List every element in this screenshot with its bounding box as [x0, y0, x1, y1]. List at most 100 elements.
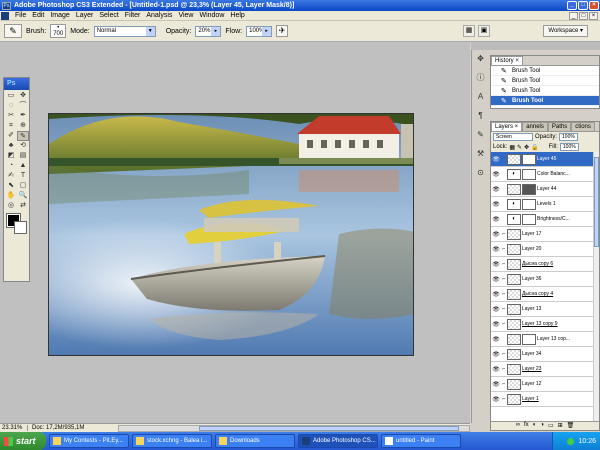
- layer-thumbnail[interactable]: [507, 393, 521, 405]
- layer-row[interactable]: 👁 Layer 13 cop...: [491, 332, 599, 347]
- layer-row[interactable]: 👁 ⌐ Layer 17: [491, 227, 599, 242]
- layer-row[interactable]: 👁 ⌐ Layer 34: [491, 347, 599, 362]
- layer-mask-thumbnail[interactable]: [522, 333, 536, 345]
- visibility-eye-icon[interactable]: 👁: [491, 381, 501, 388]
- layer-row[interactable]: 👁 ⌐ Layer 13: [491, 302, 599, 317]
- layer-thumbnail[interactable]: [507, 363, 521, 375]
- layer-mask-thumbnail[interactable]: [522, 183, 536, 195]
- layer-opacity-input[interactable]: 100%: [559, 133, 578, 141]
- screen-mode-icon[interactable]: ⇄: [17, 201, 29, 211]
- type-tool-icon[interactable]: T: [17, 171, 29, 181]
- menu-edit[interactable]: Edit: [29, 12, 47, 19]
- tool-presets-icon[interactable]: ⚒: [473, 147, 488, 161]
- layers-scrollbar[interactable]: [593, 152, 599, 422]
- tab-paths[interactable]: Paths: [547, 122, 572, 131]
- close-icon[interactable]: ×: [515, 58, 519, 64]
- airbrush-toggle[interactable]: ✈: [276, 25, 289, 37]
- visibility-eye-icon[interactable]: 👁: [491, 366, 501, 373]
- menu-filter[interactable]: Filter: [122, 12, 144, 19]
- navigator-icon[interactable]: ✥: [473, 52, 488, 66]
- dodge-tool-icon[interactable]: ◔: [5, 161, 17, 171]
- add-mask-icon[interactable]: ◐: [533, 422, 537, 430]
- layer-row[interactable]: 👁 ⌐ Layer 13 copy 9: [491, 317, 599, 332]
- taskbar-item[interactable]: My Contests - Pit,Ey...: [49, 434, 129, 448]
- history-item[interactable]: ✎ Brush Tool: [491, 76, 599, 86]
- adjustment-icon[interactable]: ◐: [507, 198, 521, 210]
- visibility-eye-icon[interactable]: 👁: [491, 186, 501, 193]
- crop-tool-icon[interactable]: ✂: [5, 111, 17, 121]
- tray-status-icon[interactable]: [567, 437, 575, 445]
- horizontal-scrollbar[interactable]: [118, 424, 470, 432]
- layer-row[interactable]: 👁 ⌐ Layer 12: [491, 377, 599, 392]
- layer-thumbnail[interactable]: [507, 378, 521, 390]
- history-item-selected[interactable]: ✎ Brush Tool: [491, 96, 599, 106]
- layer-row[interactable]: 👁 ⌐ Layer 20: [491, 242, 599, 257]
- layer-thumbnail[interactable]: [507, 153, 521, 165]
- layer-row[interactable]: 👁 Layer 44: [491, 182, 599, 197]
- zoom-tool-icon[interactable]: 🔍: [17, 191, 29, 201]
- layer-mask-thumbnail[interactable]: [522, 198, 536, 210]
- fill-input[interactable]: 100%: [559, 143, 579, 151]
- opacity-input[interactable]: 20% ▸: [195, 25, 222, 37]
- menu-layer[interactable]: Layer: [73, 12, 97, 19]
- layer-thumbnail[interactable]: [507, 303, 521, 315]
- bridge-icon[interactable]: ▦: [463, 25, 475, 37]
- layer-thumbnail[interactable]: [507, 288, 521, 300]
- scroll-thumb[interactable]: [594, 157, 599, 247]
- document-canvas[interactable]: [48, 113, 414, 356]
- visibility-eye-icon[interactable]: 👁: [491, 201, 501, 208]
- clone-source-icon[interactable]: ⊙: [473, 166, 488, 180]
- visibility-eye-icon[interactable]: 👁: [491, 171, 501, 178]
- lock-transparency-icon[interactable]: ▦: [509, 144, 515, 151]
- menu-view[interactable]: View: [175, 12, 196, 19]
- clone-stamp-tool-icon[interactable]: ♣: [5, 141, 17, 151]
- slice-tool-icon[interactable]: ✒: [17, 111, 29, 121]
- trash-icon[interactable]: 🗑: [567, 422, 575, 430]
- sharpen-tool-icon[interactable]: ▲: [17, 161, 29, 171]
- taskbar-item[interactable]: stock.xchng - Balea i...: [132, 434, 212, 448]
- visibility-eye-icon[interactable]: 👁: [491, 351, 501, 358]
- layer-style-icon[interactable]: fx: [524, 422, 529, 430]
- eraser-tool-icon[interactable]: ◩: [5, 151, 17, 161]
- lasso-tool-icon[interactable]: ◌: [5, 101, 17, 111]
- adjustment-icon[interactable]: ◐: [507, 168, 521, 180]
- menu-file[interactable]: File: [12, 12, 29, 19]
- taskbar-item-active[interactable]: Adobe Photoshop CS...: [298, 434, 378, 448]
- visibility-eye-icon[interactable]: 👁: [491, 156, 501, 163]
- doc-restore-button[interactable]: □: [579, 12, 588, 20]
- lock-pixels-icon[interactable]: ✎: [517, 144, 522, 151]
- hand-tool-icon[interactable]: ✋: [5, 191, 17, 201]
- camera-icon[interactable]: ▣: [478, 25, 490, 37]
- layer-row[interactable]: 👁 ⌐ Дысна copy 6: [491, 257, 599, 272]
- character-icon[interactable]: A: [473, 90, 488, 104]
- marquee-tool-icon[interactable]: ▭: [5, 91, 17, 101]
- layer-mask-thumbnail[interactable]: [522, 213, 536, 225]
- adjustment-layer-icon[interactable]: ◑: [540, 422, 544, 430]
- pen-tool-icon[interactable]: ✍: [5, 171, 17, 181]
- maximize-button[interactable]: □: [578, 1, 588, 10]
- tool-preset-picker[interactable]: ✎: [4, 24, 22, 38]
- layer-thumbnail[interactable]: [507, 258, 521, 270]
- history-item[interactable]: ✎ Brush Tool: [491, 86, 599, 96]
- doc-close-button[interactable]: ×: [589, 12, 598, 20]
- patch-tool-icon[interactable]: ⊕: [17, 121, 29, 131]
- menu-analysis[interactable]: Analysis: [143, 12, 175, 19]
- layer-row-selected[interactable]: 👁 Layer 45: [491, 152, 599, 167]
- visibility-eye-icon[interactable]: 👁: [491, 261, 501, 268]
- menu-help[interactable]: Help: [227, 12, 247, 19]
- flow-input[interactable]: 100% ▸: [246, 25, 273, 37]
- tab-actions[interactable]: ctions: [571, 122, 595, 131]
- background-color-swatch[interactable]: [14, 221, 27, 234]
- info-icon[interactable]: ⓘ: [473, 71, 488, 85]
- close-button[interactable]: ×: [589, 1, 599, 10]
- pencil-tool-icon[interactable]: ✐: [5, 131, 17, 141]
- shape-tool-icon[interactable]: ▢: [17, 181, 29, 191]
- layer-mask-thumbnail[interactable]: [522, 153, 536, 165]
- workspace-button[interactable]: Workspace ▾: [543, 25, 588, 37]
- dock-collapse-bar[interactable]: [471, 42, 600, 50]
- paragraph-icon[interactable]: ¶: [473, 109, 488, 123]
- move-tool-icon[interactable]: ✥: [17, 91, 29, 101]
- layer-thumbnail[interactable]: [507, 183, 521, 195]
- new-layer-icon[interactable]: ⊞: [558, 422, 563, 430]
- layer-mask-thumbnail[interactable]: [522, 168, 536, 180]
